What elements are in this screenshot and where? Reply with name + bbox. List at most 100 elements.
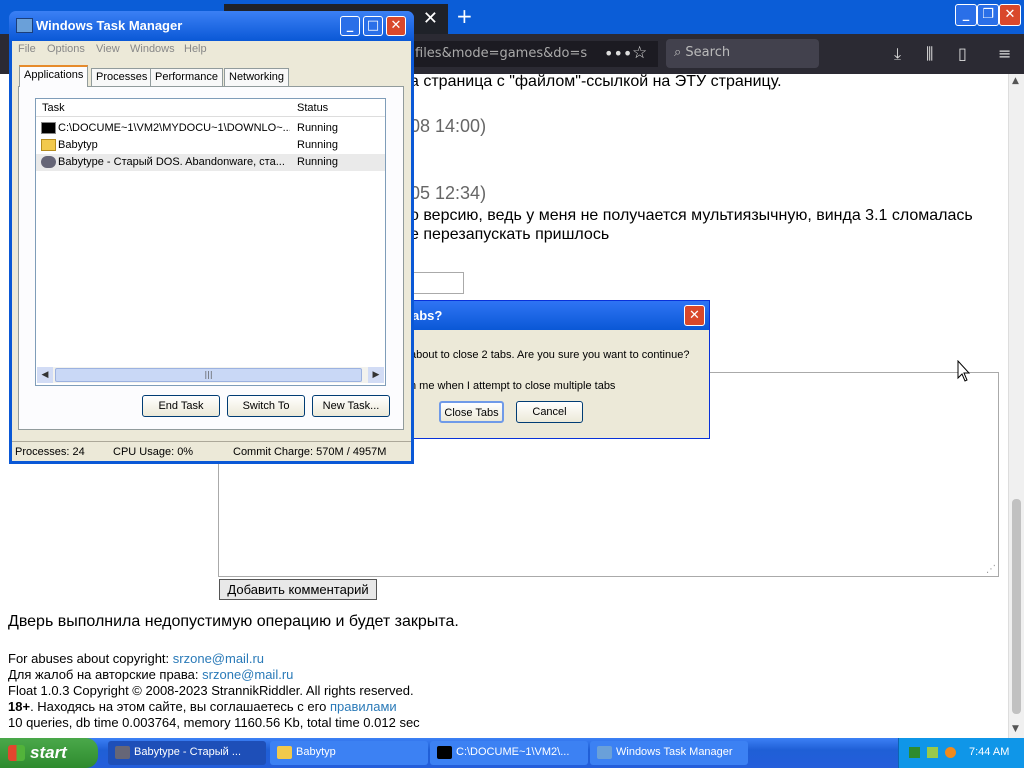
- dialog-close-icon[interactable]: ✕: [684, 305, 705, 326]
- dialog-title: abs?: [408, 301, 709, 330]
- menu-icon[interactable]: ≡: [998, 44, 1011, 63]
- page-actions-icon[interactable]: •••: [604, 44, 632, 63]
- abuse-email-link[interactable]: srzone@mail.ru: [173, 651, 264, 666]
- close-window-button[interactable]: ✕: [999, 4, 1021, 26]
- abuse-ru-label: Для жалоб на авторские права:: [8, 667, 199, 682]
- name-input[interactable]: [410, 272, 464, 294]
- scroll-thumb[interactable]: [1012, 499, 1021, 714]
- menu-view[interactable]: View: [96, 43, 120, 55]
- scroll-thumb[interactable]: |||: [55, 368, 362, 382]
- scroll-left-icon[interactable]: ◀: [37, 367, 53, 383]
- cancel-button[interactable]: Cancel: [516, 401, 583, 423]
- taskbar-item[interactable]: Windows Task Manager: [590, 741, 748, 765]
- taskbar-item-label: Babytyp: [296, 746, 336, 758]
- task-manager-body: File Options View Windows Help Applicati…: [12, 41, 411, 461]
- tab-performance[interactable]: Performance: [150, 68, 223, 86]
- warn-checkbox-label[interactable]: n me when I attempt to close multiple ta…: [410, 380, 615, 392]
- folder-icon: [277, 746, 292, 759]
- tm-close-button[interactable]: ✕: [386, 16, 406, 36]
- tm-menubar: File Options View Windows Help: [12, 41, 411, 59]
- menu-options[interactable]: Options: [47, 43, 85, 55]
- taskbar-item-label: Babytype - Старый ...: [134, 746, 242, 758]
- switch-to-button[interactable]: Switch To: [227, 395, 305, 417]
- start-label: start: [30, 743, 67, 762]
- library-icon[interactable]: ⫼: [926, 44, 933, 64]
- menu-file[interactable]: File: [18, 43, 36, 55]
- console-icon: [41, 122, 56, 134]
- tab-networking[interactable]: Networking: [224, 68, 290, 86]
- tray-network-icon[interactable]: [927, 747, 938, 758]
- table-row[interactable]: Babytyp Running: [36, 137, 385, 154]
- clock: 7:44 AM: [969, 746, 1010, 758]
- scroll-down-icon[interactable]: ▼: [1012, 724, 1019, 734]
- horizontal-scrollbar[interactable]: ◀ ||| ▶: [37, 367, 384, 383]
- download-icon[interactable]: ⤓: [894, 44, 901, 64]
- age-line: 18+. Находясь на этом сайте, вы соглашае…: [8, 699, 397, 714]
- cpu-usage: CPU Usage: 0%: [113, 446, 194, 458]
- menu-help[interactable]: Help: [184, 43, 207, 55]
- taskbar-item[interactable]: Babytype - Старый ...: [108, 741, 266, 765]
- rules-link[interactable]: правилами: [330, 699, 397, 714]
- task-status: Running: [297, 156, 338, 168]
- task-manager-icon: [597, 746, 612, 759]
- page-scrollbar[interactable]: ▲ ▼: [1008, 74, 1024, 738]
- scroll-up-icon[interactable]: ▲: [1012, 76, 1019, 86]
- taskbar-item[interactable]: Babytyp: [270, 741, 428, 765]
- comment-date: 05 12:34): [410, 183, 487, 203]
- tab-processes[interactable]: Processes: [91, 68, 153, 86]
- add-comment-button[interactable]: Добавить комментарий: [219, 579, 377, 600]
- list-header: Task Status: [36, 99, 385, 117]
- resize-grip-icon[interactable]: ⋰: [986, 564, 996, 575]
- bookmark-star-icon[interactable]: ☆: [632, 43, 647, 63]
- tray-app-icon[interactable]: [909, 747, 920, 758]
- taskbar-item-label: Windows Task Manager: [616, 746, 733, 758]
- new-tab-button[interactable]: +: [456, 4, 473, 28]
- close-tabs-button[interactable]: Close Tabs: [439, 401, 504, 423]
- tab-applications[interactable]: Applications: [19, 65, 89, 87]
- task-list[interactable]: Task Status C:\DOCUME~1\VM2\MYDOCU~1\DOW…: [35, 98, 386, 386]
- taskbar-item-label: C:\DOCUME~1\VM2\...: [456, 746, 570, 758]
- start-button[interactable]: start: [0, 738, 98, 768]
- end-task-button[interactable]: End Task: [142, 395, 220, 417]
- search-input[interactable]: ⌕ Search: [666, 39, 819, 68]
- minimize-button[interactable]: _: [955, 4, 977, 26]
- abuse-line: For abuses about copyright: srzone@mail.…: [8, 651, 264, 666]
- task-name: Babytyp: [58, 139, 98, 151]
- table-row[interactable]: C:\DOCUME~1\VM2\MYDOCU~1\DOWNLO~... Runn…: [36, 120, 385, 137]
- dialog-message: about to close 2 tabs. Are you sure you …: [410, 349, 690, 361]
- table-row[interactable]: Babytype - Старый DOS. Abandonware, ста.…: [36, 154, 385, 171]
- tm-maximize-button[interactable]: □: [363, 16, 383, 36]
- close-tabs-dialog: abs? ✕ about to close 2 tabs. Are you su…: [408, 300, 710, 439]
- copyright-text: Float 1.0.3 Copyright © 2008-2023 Strann…: [8, 683, 414, 698]
- column-status[interactable]: Status: [297, 102, 328, 114]
- column-task[interactable]: Task: [42, 102, 274, 114]
- comment-date: 08 14:00): [410, 116, 487, 136]
- windows-flag-icon: [8, 745, 25, 761]
- scroll-right-icon[interactable]: ▶: [368, 367, 384, 383]
- maximize-button[interactable]: ❐: [977, 4, 999, 26]
- app-icon: [41, 156, 56, 168]
- task-status: Running: [297, 139, 338, 151]
- sidebar-icon[interactable]: ▯: [958, 44, 967, 63]
- taskbar-item[interactable]: C:\DOCUME~1\VM2\...: [430, 741, 588, 765]
- task-manager-icon: [16, 18, 33, 33]
- task-name: C:\DOCUME~1\VM2\MYDOCU~1\DOWNLO~...: [58, 122, 290, 134]
- abuse-ru-email-link[interactable]: srzone@mail.ru: [202, 667, 293, 682]
- tm-minimize-button[interactable]: _: [340, 16, 360, 36]
- task-manager-titlebar[interactable]: Windows Task Manager _ □ ✕: [9, 11, 414, 41]
- abuse-ru-line: Для жалоб на авторские права: srzone@mai…: [8, 667, 293, 682]
- task-status: Running: [297, 122, 338, 134]
- tray-search-icon[interactable]: [945, 747, 956, 758]
- search-placeholder: Search: [685, 45, 731, 60]
- new-task-button[interactable]: New Task...: [312, 395, 390, 417]
- page-text-line: а страница с "файлом"-ссылкой на ЭТУ стр…: [410, 73, 782, 90]
- stats-text: 10 queries, db time 0.003764, memory 116…: [8, 715, 420, 730]
- commit-charge: Commit Charge: 570M / 4957M: [233, 446, 387, 458]
- mouse-cursor-icon: [957, 360, 971, 382]
- menu-windows[interactable]: Windows: [130, 43, 175, 55]
- age-badge: 18+: [8, 699, 31, 714]
- abuse-label: For abuses about copyright:: [8, 651, 170, 666]
- system-tray: 7:44 AM: [898, 738, 1024, 768]
- task-name: Babytype - Старый DOS. Abandonware, ста.…: [58, 156, 285, 168]
- tab-close-icon[interactable]: ✕: [423, 8, 438, 29]
